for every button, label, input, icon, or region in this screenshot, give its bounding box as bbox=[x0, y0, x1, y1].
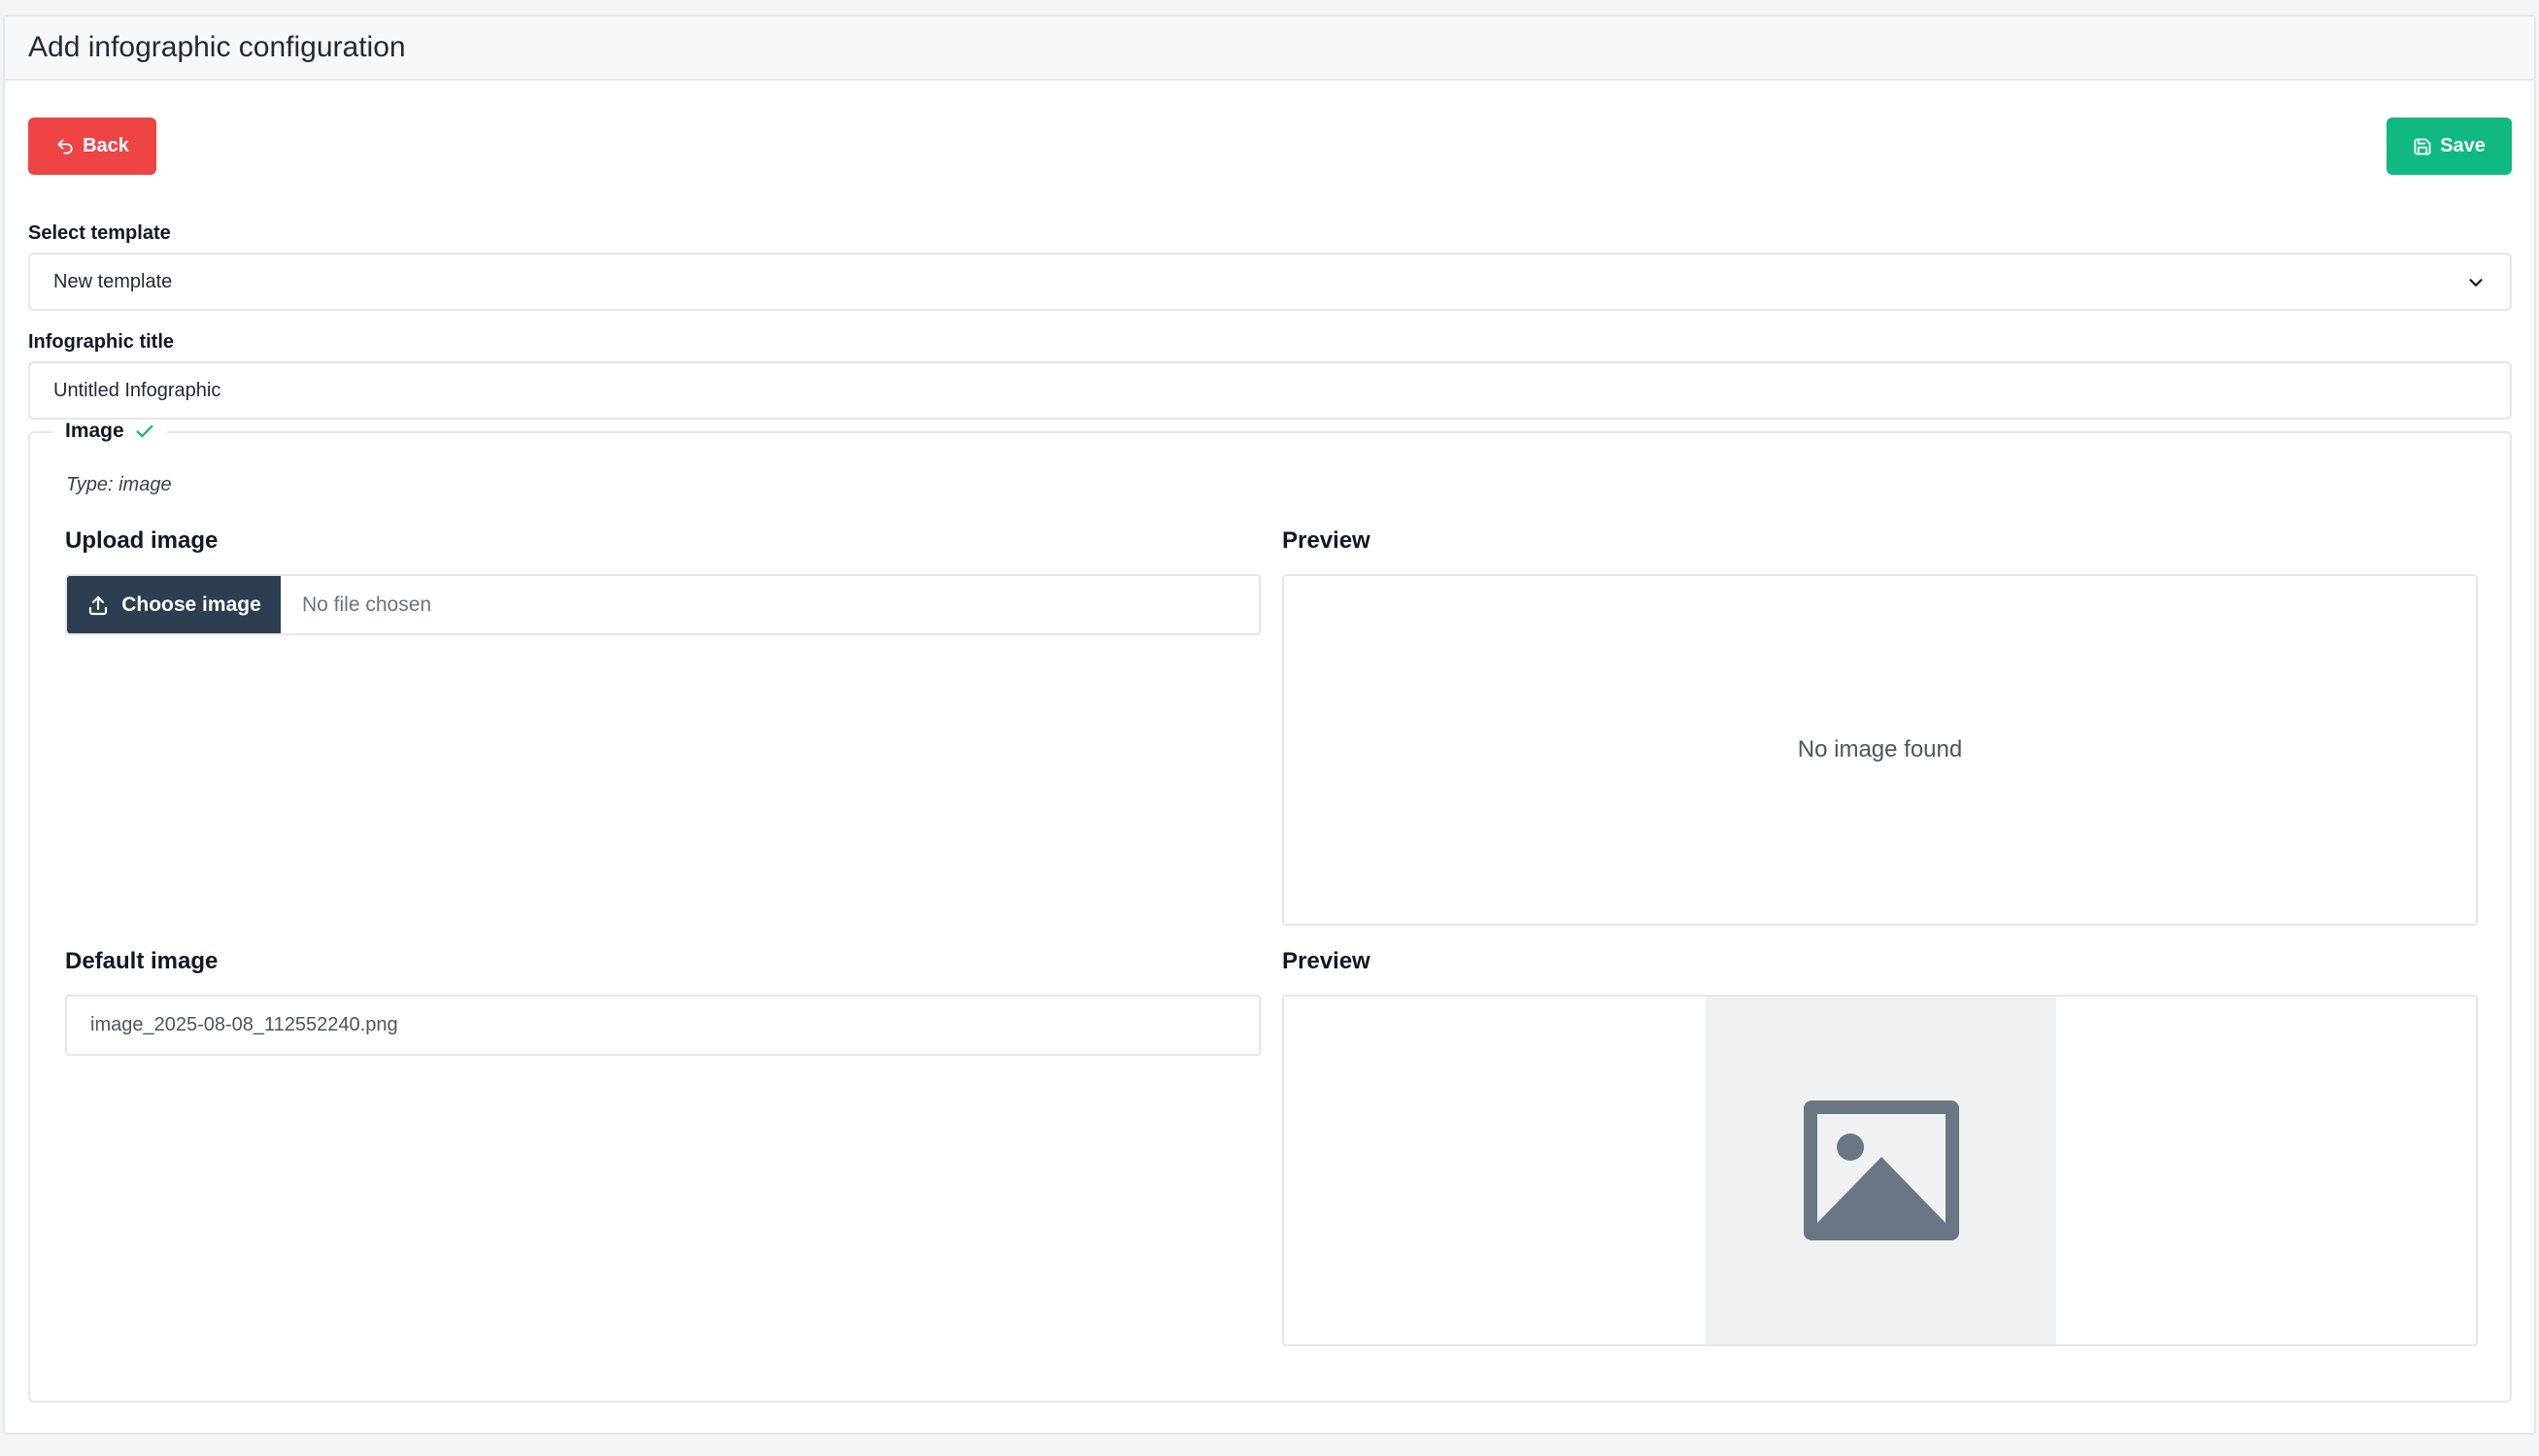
image-legend: Image bbox=[53, 420, 167, 443]
choose-image-button[interactable]: Choose image bbox=[67, 576, 281, 633]
default-preview-image bbox=[1706, 997, 2056, 1344]
check-icon bbox=[136, 424, 153, 438]
save-button[interactable]: Save bbox=[2387, 118, 2512, 175]
back-button[interactable]: Back bbox=[28, 118, 156, 175]
default-image-title: Default image bbox=[65, 948, 219, 974]
default-image-filename: image_2025-08-08_112552240.png bbox=[90, 1014, 398, 1035]
preview-title: Preview bbox=[1282, 527, 1371, 554]
type-text: Type: image bbox=[66, 474, 172, 495]
file-status: No file chosen bbox=[302, 593, 432, 616]
template-select[interactable]: New template bbox=[28, 253, 2512, 311]
image-placeholder-icon bbox=[1803, 1100, 1959, 1240]
file-input[interactable]: Choose image No file chosen bbox=[65, 574, 1261, 635]
default-image-field: image_2025-08-08_112552240.png bbox=[65, 995, 1261, 1056]
card-header: Add infographic configuration bbox=[5, 17, 2534, 81]
default-preview-box bbox=[1282, 995, 2478, 1346]
infographic-title-input[interactable]: Untitled Infographic bbox=[28, 361, 2512, 420]
save-label: Save bbox=[2440, 135, 2486, 156]
upload-icon bbox=[89, 595, 108, 615]
config-card: Add infographic configuration Back Save … bbox=[3, 15, 2536, 1435]
image-legend-label: Image bbox=[65, 420, 124, 442]
chevron-down-icon bbox=[2469, 279, 2483, 287]
floppy-disk-icon bbox=[2414, 138, 2431, 154]
no-image-text: No image found bbox=[1797, 736, 1963, 762]
back-label: Back bbox=[83, 135, 129, 156]
infographic-title-value: Untitled Infographic bbox=[53, 379, 221, 401]
page-footer-strip bbox=[0, 1441, 2539, 1456]
infographic-title-label: Infographic title bbox=[28, 331, 174, 353]
choose-image-label: Choose image bbox=[121, 593, 261, 616]
upload-image-title: Upload image bbox=[65, 527, 219, 554]
select-template-label: Select template bbox=[28, 222, 171, 244]
template-select-value: New template bbox=[53, 270, 173, 292]
undo-arrow-icon bbox=[57, 138, 73, 154]
image-fieldset: Image Type: image Upload image Choose im… bbox=[28, 420, 2512, 1403]
upload-preview-box: No image found bbox=[1282, 574, 2478, 926]
page-title: Add infographic configuration bbox=[28, 31, 406, 63]
default-preview-title: Preview bbox=[1282, 948, 1371, 974]
